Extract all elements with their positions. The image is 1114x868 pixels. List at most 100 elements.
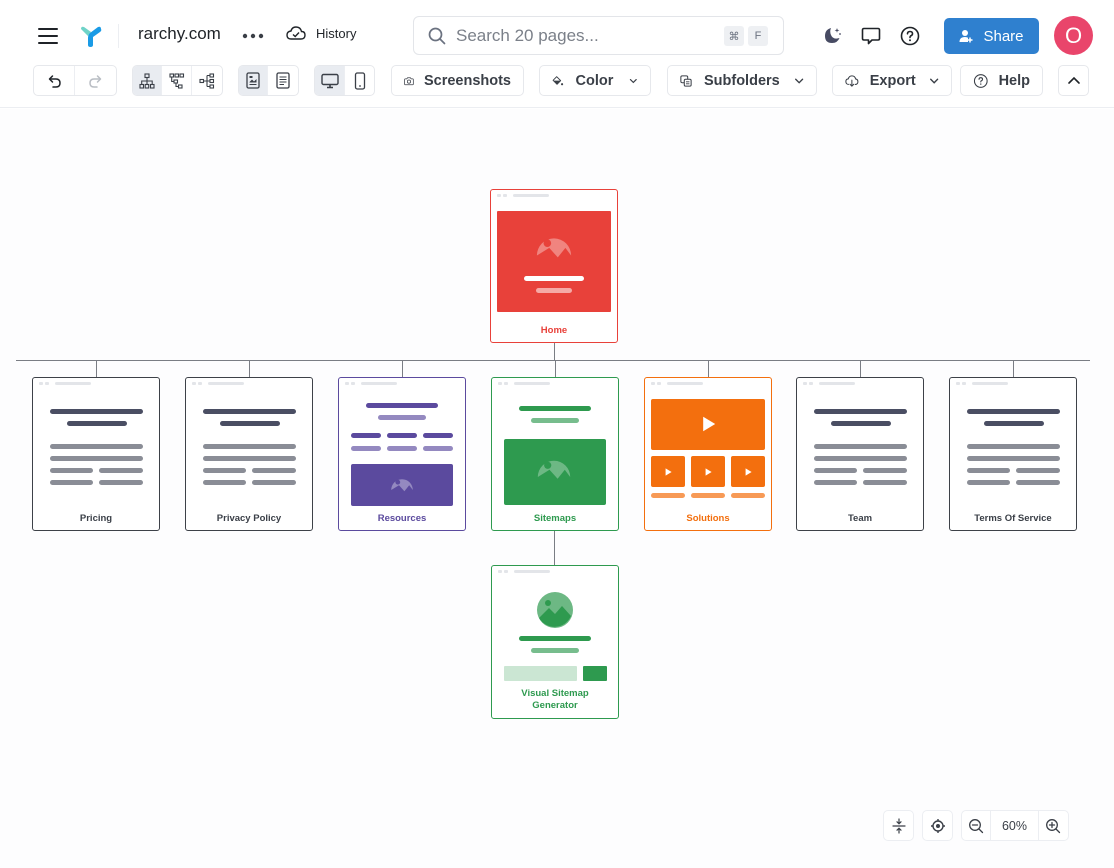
export-dropdown[interactable]: Export — [832, 65, 952, 96]
play-icon — [665, 468, 672, 476]
mobile-view-button[interactable] — [345, 66, 374, 95]
chevron-up-icon — [1067, 76, 1080, 84]
page-node-home[interactable]: Home — [490, 189, 618, 343]
desktop-view-button[interactable] — [315, 66, 345, 95]
wireframe-view-button[interactable] — [239, 66, 269, 95]
wireframe-bar — [50, 480, 93, 485]
wireframe-bar — [220, 421, 280, 426]
help-label: Help — [998, 72, 1030, 89]
indented-layout-button[interactable] — [162, 66, 192, 95]
text-view-button[interactable] — [268, 66, 298, 95]
hamburger-icon-line — [38, 42, 58, 45]
share-button[interactable]: Share — [944, 18, 1039, 54]
search-box[interactable]: ⌘ F — [413, 16, 784, 55]
site-title[interactable]: rarchy.com — [138, 24, 221, 44]
help-button[interactable]: Help — [960, 65, 1043, 96]
chevron-down-icon — [929, 78, 938, 84]
page-node-label: Home — [540, 325, 568, 336]
horizontal-layout-icon — [199, 72, 214, 89]
wireframe-bar — [651, 493, 685, 498]
zoom-level[interactable]: 60% — [991, 811, 1039, 840]
chevron-down-icon — [794, 78, 803, 84]
cloud-download-icon — [845, 74, 859, 87]
page-node-pricing[interactable]: Pricing — [32, 377, 160, 531]
wireframe-bar — [967, 480, 1010, 485]
subfolders-dropdown[interactable]: Subfolders — [667, 65, 817, 96]
wireframe-bar — [203, 409, 296, 414]
more-options-button[interactable] — [241, 26, 265, 46]
undo-icon — [48, 74, 61, 88]
wireframe-bar — [814, 444, 907, 449]
question-circle-icon — [973, 73, 988, 88]
wireframe-bar — [691, 493, 725, 498]
redo-icon — [88, 74, 101, 88]
layout-mode-group — [132, 65, 223, 96]
wireframe-bar — [99, 468, 143, 473]
menu-button[interactable] — [36, 24, 60, 48]
child-connector — [859, 360, 861, 377]
wireframe-bar — [203, 480, 246, 485]
wireframe-bar — [387, 433, 417, 438]
page-node-resources[interactable]: Resources — [338, 377, 472, 537]
page-node-team[interactable]: Team — [796, 377, 930, 537]
header-divider — [118, 24, 119, 48]
redo-button[interactable] — [75, 66, 116, 95]
undo-button[interactable] — [34, 66, 76, 95]
browser-chrome — [498, 569, 550, 573]
page-node-privacy-policy[interactable]: Privacy Policy — [185, 377, 313, 531]
hamburger-icon — [38, 28, 58, 31]
question-circle-icon — [900, 26, 920, 46]
wireframe-bar — [967, 456, 1060, 461]
comments-button[interactable] — [859, 24, 883, 48]
paint-bucket-icon — [552, 75, 564, 85]
page-node-sitemaps[interactable]: Sitemaps — [491, 377, 619, 531]
zoom-in-button[interactable] — [1039, 811, 1068, 840]
user-avatar[interactable]: O — [1054, 16, 1093, 55]
wireframe-bar — [524, 276, 584, 281]
mobile-icon — [354, 71, 365, 90]
history-label: History — [316, 25, 357, 41]
zoom-out-icon — [969, 818, 984, 833]
page-node-visual-sitemap-generator[interactable]: Visual Sitemap Generator — [491, 565, 619, 719]
zoom-out-button[interactable] — [962, 811, 992, 840]
image-placeholder-icon — [537, 460, 571, 479]
page-node-solutions[interactable]: Solutions — [644, 377, 778, 537]
text-page-icon — [276, 72, 290, 89]
color-label: Color — [575, 72, 614, 89]
fit-to-screen-button[interactable] — [884, 811, 913, 840]
child-connector — [707, 360, 709, 377]
horizontal-layout-button[interactable] — [192, 66, 222, 95]
browser-chrome — [192, 381, 244, 385]
wireframe-bar — [203, 444, 296, 449]
add-user-icon — [959, 30, 973, 43]
history-button[interactable]: History — [286, 25, 356, 41]
page-node-terms-of-service[interactable]: Terms Of Service — [949, 377, 1077, 531]
wireframe-bar — [203, 456, 296, 461]
collapse-toolbar-button[interactable] — [1058, 65, 1089, 96]
search-icon — [428, 27, 446, 44]
recenter-button[interactable] — [923, 811, 952, 840]
help-circle-button[interactable] — [898, 24, 922, 48]
dark-mode-button[interactable] — [820, 24, 844, 48]
desktop-icon — [320, 73, 339, 88]
wireframe-bar — [967, 468, 1010, 473]
sitemap-canvas[interactable]: Home Pricing Privacy Policy Resources Sitema… — [0, 109, 1114, 868]
search-input[interactable] — [456, 25, 706, 46]
wireframe-bar — [1016, 468, 1060, 473]
logo-icon — [81, 26, 102, 47]
image-placeholder-icon — [536, 238, 572, 258]
browser-chrome — [956, 381, 1008, 385]
export-label: Export — [869, 72, 916, 89]
tree-layout-button[interactable] — [133, 66, 163, 95]
browser-chrome — [651, 381, 703, 385]
rarchy-logo[interactable] — [78, 23, 104, 49]
screenshots-button[interactable]: Screenshots — [391, 65, 524, 96]
wireframe-bar — [366, 403, 438, 408]
wireframe-bar — [814, 480, 857, 485]
browser-chrome — [345, 381, 397, 385]
undo-redo-group — [33, 65, 117, 96]
color-dropdown[interactable]: Color — [539, 65, 651, 96]
page-view-group — [238, 65, 299, 96]
page-node-label: Team — [847, 513, 873, 524]
wireframe-bar — [50, 456, 143, 461]
